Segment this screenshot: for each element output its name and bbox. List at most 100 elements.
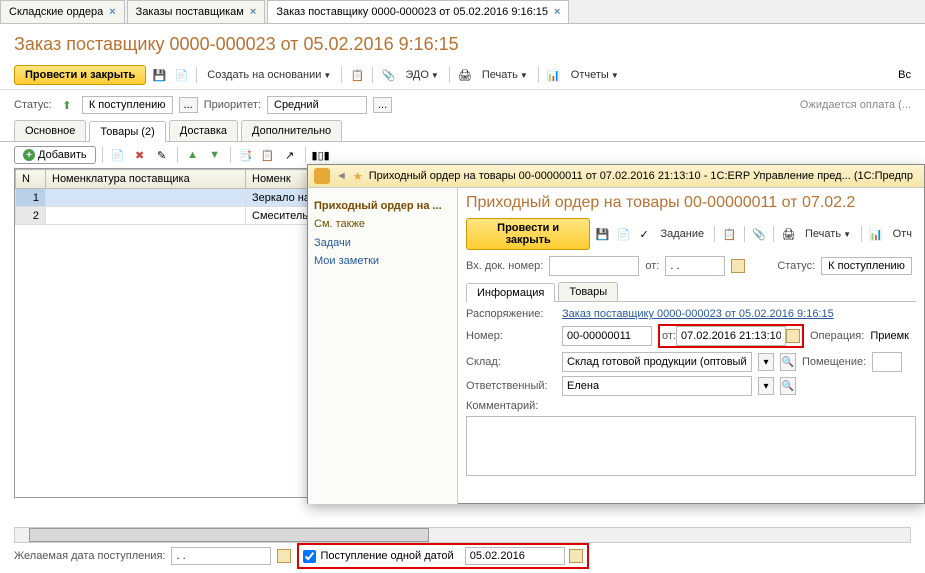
room-input[interactable] [872,352,902,372]
save-icon[interactable]: 💾 [150,66,168,84]
edo-menu[interactable]: ЭДО▼ [401,67,442,83]
edit-icon[interactable]: ✎ [153,146,171,164]
col-supplier-nom[interactable]: Номенклатура поставщика [46,170,246,189]
post-close-button[interactable]: Провести и закрыть [14,65,146,85]
attach-icon[interactable]: 📎 [379,66,397,84]
post-icon[interactable]: 📄 [615,225,632,243]
plus-icon: + [23,149,35,161]
responsible-input[interactable] [562,376,752,396]
print-icon[interactable]: 🖨 [780,225,797,243]
dialog-titlebar[interactable]: ◄ ★ Приходный ордер на товары 00-0000001… [308,165,924,188]
date-highlight: от: [658,324,804,348]
payment-expected-label: Ожидается оплата (... [800,99,911,111]
arrow-up-icon[interactable]: ⬆ [58,96,76,114]
create-basis-menu[interactable]: Создать на основании▼ [203,67,335,83]
receipt-order-dialog: ◄ ★ Приходный ордер на товары 00-0000001… [307,164,925,504]
from-date-input[interactable] [665,256,725,276]
calendar-icon[interactable] [786,329,800,343]
horizontal-scrollbar[interactable] [14,527,911,543]
single-date-highlight: Поступление одной датой [297,543,588,569]
tab-order-detail[interactable]: Заказ поставщику 0000-000023 от 05.02.20… [267,0,569,23]
calendar-icon[interactable] [277,549,291,563]
report-icon[interactable]: 📊 [545,66,563,84]
comment-textarea[interactable] [466,416,916,476]
fill-icon[interactable]: 📑 [237,146,255,164]
dialog-print-menu[interactable]: Печать▼ [801,226,855,242]
close-icon[interactable]: × [554,6,560,18]
operation-label: Операция: [810,330,864,342]
dialog-main: Приходный ордер на товары 00-00000011 от… [458,188,924,504]
tab-main[interactable]: Основное [14,120,86,141]
calendar-icon[interactable] [569,549,583,563]
print-menu[interactable]: Печать▼ [478,67,532,83]
star-icon[interactable]: ★ [353,170,363,183]
print-icon[interactable]: 🖨 [456,66,474,84]
dialog-status-select[interactable]: К поступлению [821,257,912,275]
number-input[interactable] [562,326,652,346]
tab-delivery[interactable]: Доставка [169,120,238,141]
scrollbar-thumb[interactable] [29,528,429,542]
single-date-input[interactable] [465,547,565,565]
search-icon[interactable]: 🔍 [780,353,796,371]
move-down-icon[interactable]: ▼ [206,146,224,164]
report-icon[interactable]: 📊 [868,225,885,243]
priority-more-button[interactable]: ... [373,97,392,113]
status-label: Статус: [14,99,52,111]
status-select[interactable]: К поступлению [82,96,173,114]
barcode-icon[interactable]: ▮▯▮ [312,146,330,164]
dialog-toolbar: Провести и закрыть 💾 📄 ✓ Задание 📋 📎 🖨 П… [466,218,916,250]
tab-label: Заказ поставщику 0000-000023 от 05.02.20… [276,6,548,18]
tab-supplier-orders[interactable]: Заказы поставщикам × [127,0,266,23]
inner-tab-info[interactable]: Информация [466,283,555,302]
incoming-number-input[interactable] [549,256,639,276]
task-button[interactable]: Задание [657,226,709,242]
tabs-bar: Складские ордера × Заказы поставщикам × … [0,0,925,24]
sidebar-item-tasks[interactable]: Задачи [314,234,451,252]
delete-icon[interactable]: ✖ [131,146,149,164]
close-icon[interactable]: × [250,6,256,18]
page-title: Заказ поставщику 0000-000023 от 05.02.20… [0,24,925,61]
dialog-reports-menu[interactable]: Отч [889,226,916,242]
add-button[interactable]: +Добавить [14,146,96,164]
back-icon[interactable]: ◄ [336,170,347,182]
copy-icon[interactable]: 📄 [109,146,127,164]
search-icon[interactable]: 🔍 [780,377,796,395]
status-row: Статус: ⬆ К поступлению ... Приоритет: С… [0,90,925,120]
close-icon[interactable]: × [109,6,115,18]
warehouse-input[interactable] [562,352,752,372]
post-icon[interactable]: 📄 [172,66,190,84]
see-also-label: См. также [314,218,451,230]
app-icon [314,168,330,184]
move-up-icon[interactable]: ▲ [184,146,202,164]
order-link[interactable]: Заказ поставщику 0000-000023 от 05.02.20… [562,308,834,320]
list-icon[interactable]: 📋 [348,66,366,84]
select-icon[interactable]: ▾ [758,353,774,371]
task-icon[interactable]: ✓ [636,225,653,243]
paste-icon[interactable]: 📋 [259,146,277,164]
list-icon[interactable]: 📋 [721,225,738,243]
date-input[interactable] [676,326,786,346]
reports-menu[interactable]: Отчеты▼ [567,67,623,83]
share-icon[interactable]: ↗ [281,146,299,164]
dialog-sidebar: Приходный ордер на ... См. также Задачи … [308,188,458,504]
desired-date-input[interactable] [171,547,271,565]
calendar-icon[interactable] [731,259,745,273]
tab-warehouse-orders[interactable]: Складские ордера × [0,0,125,23]
from-label: от: [645,260,659,272]
inner-tab-goods[interactable]: Товары [558,282,618,301]
col-n[interactable]: N [16,170,46,189]
attach-icon[interactable]: 📎 [751,225,768,243]
single-date-checkbox[interactable] [303,550,316,563]
select-icon[interactable]: ▾ [758,377,774,395]
status-more-button[interactable]: ... [179,97,198,113]
dialog-title: Приходный ордер на товары 00-00000011 от… [369,170,913,182]
warehouse-label: Склад: [466,356,556,368]
tab-goods[interactable]: Товары (2) [89,121,165,142]
tab-additional[interactable]: Дополнительно [241,120,342,141]
sidebar-item-notes[interactable]: Мои заметки [314,252,451,270]
number-label: Номер: [466,330,556,342]
dialog-post-close-button[interactable]: Провести и закрыть [466,218,590,250]
priority-select[interactable]: Средний [267,96,367,114]
save-icon[interactable]: 💾 [594,225,611,243]
tab-label: Заказы поставщикам [136,6,244,18]
